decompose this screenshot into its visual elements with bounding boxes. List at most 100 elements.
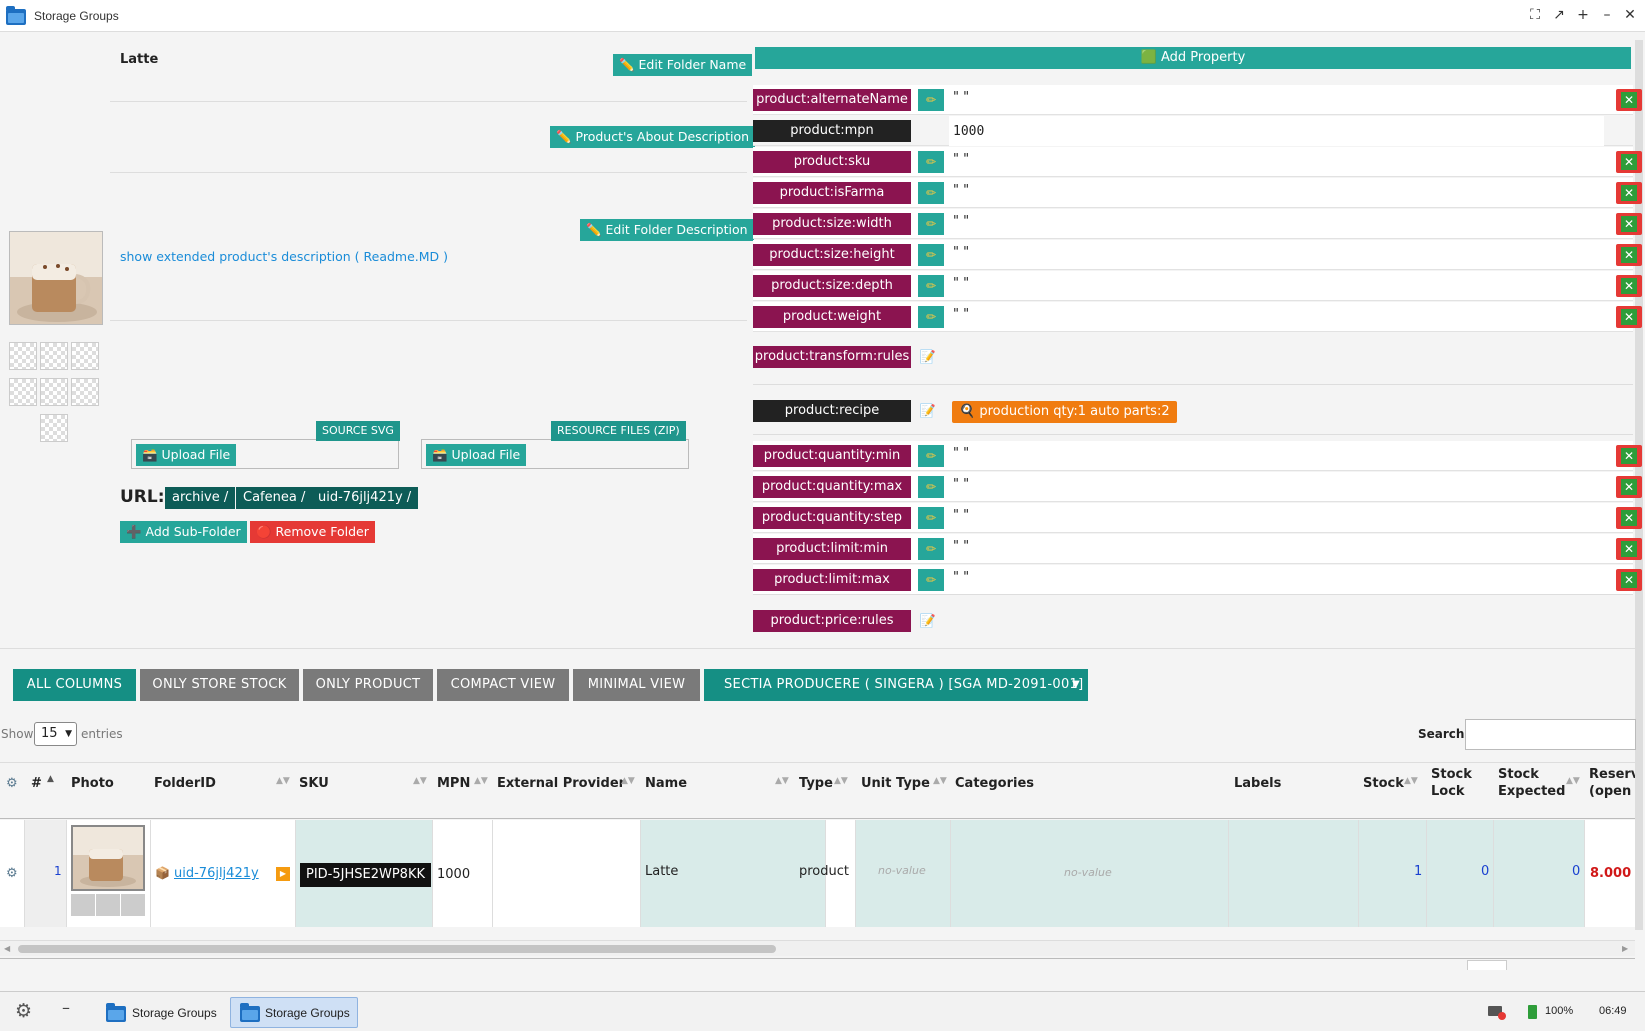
image-slot[interactable]: [9, 342, 37, 370]
gear-icon[interactable]: ⚙: [15, 1000, 32, 1022]
property-key[interactable]: product:size:depth: [753, 275, 911, 297]
property-key[interactable]: product:isFarma: [753, 182, 911, 204]
pencil-icon[interactable]: ✏: [918, 275, 944, 297]
pencil-icon[interactable]: ✏: [918, 569, 944, 591]
delete-icon[interactable]: [1616, 244, 1642, 266]
pencil-icon[interactable]: ✏: [918, 213, 944, 235]
scroll-left-icon[interactable]: ◀: [4, 944, 10, 953]
property-key[interactable]: product:limit:max: [753, 569, 911, 591]
edit-folder-name-button[interactable]: ✏️ Edit Folder Name: [613, 54, 753, 76]
row-photo[interactable]: [71, 825, 145, 891]
row-folder-id-link[interactable]: uid-76jlj421y: [174, 866, 259, 881]
minimize-icon[interactable]: –: [1598, 6, 1616, 24]
fullscreen-icon[interactable]: ⛶: [1526, 6, 1544, 24]
about-description-button[interactable]: ✏️ Product's About Description: [550, 126, 756, 148]
upload-file-button[interactable]: 🗃️ Upload File: [426, 444, 527, 466]
property-key[interactable]: product:size:height: [753, 244, 911, 266]
pencil-icon[interactable]: ✏: [918, 445, 944, 467]
col-folder-id[interactable]: FolderID: [154, 775, 216, 792]
image-slot[interactable]: [71, 342, 99, 370]
pencil-icon[interactable]: ✏: [918, 89, 944, 111]
property-value-field[interactable]: [949, 116, 1604, 146]
image-slot[interactable]: [71, 378, 99, 406]
memo-icon[interactable]: 📝: [918, 402, 938, 422]
delete-icon[interactable]: [1616, 275, 1642, 297]
popout-icon[interactable]: ↗: [1550, 6, 1568, 24]
entries-select[interactable]: 15 ▼: [34, 722, 77, 746]
pencil-icon[interactable]: ✏: [918, 538, 944, 560]
property-key[interactable]: product:mpn: [753, 120, 911, 142]
col-sku[interactable]: SKU: [299, 775, 329, 792]
upload-file-button[interactable]: 🗃️ Upload File: [136, 444, 237, 466]
property-key[interactable]: product:alternateName: [753, 89, 911, 111]
col-stock-lock[interactable]: Stock Lock: [1431, 766, 1472, 800]
delete-icon[interactable]: [1616, 306, 1642, 328]
section-select[interactable]: SECTIA PRODUCERE ( SINGERA ) [SGA MD-209…: [704, 669, 1088, 701]
product-photo[interactable]: [9, 231, 103, 325]
image-slot[interactable]: [40, 342, 68, 370]
search-input[interactable]: [1465, 719, 1636, 750]
col-stock[interactable]: Stock: [1363, 775, 1404, 792]
task-storage-groups-active[interactable]: Storage Groups: [230, 997, 358, 1028]
delete-icon[interactable]: [1616, 507, 1642, 529]
only-store-stock-button[interactable]: ONLY STORE STOCK: [140, 669, 299, 701]
recipe-badge[interactable]: 🍳 production qty:1 auto parts:2: [952, 401, 1177, 423]
all-columns-button[interactable]: ALL COLUMNS: [13, 669, 136, 701]
property-key[interactable]: product:quantity:min: [753, 445, 911, 467]
gear-icon[interactable]: ⚙: [6, 866, 18, 881]
delete-icon[interactable]: [1616, 151, 1642, 173]
breadcrumb-uid[interactable]: uid-76jlj421y /: [311, 487, 419, 509]
scroll-right-icon[interactable]: ▶: [1622, 944, 1628, 953]
col-external-provider[interactable]: External Provider: [497, 775, 625, 792]
col-type[interactable]: Type: [799, 775, 833, 792]
pencil-icon[interactable]: ✏: [918, 476, 944, 498]
prop-transform-rules[interactable]: product:transform:rules: [753, 346, 911, 368]
minimal-view-button[interactable]: MINIMAL VIEW: [573, 669, 700, 701]
delete-icon[interactable]: [1616, 213, 1642, 235]
close-icon[interactable]: ✕: [1621, 6, 1639, 24]
image-slot[interactable]: [96, 894, 120, 916]
play-icon[interactable]: ▶: [276, 867, 290, 881]
prop-recipe[interactable]: product:recipe: [753, 400, 911, 422]
col-mpn[interactable]: MPN: [437, 775, 470, 792]
horizontal-scrollbar[interactable]: ◀ ▶: [0, 940, 1635, 956]
image-slot[interactable]: [40, 414, 68, 442]
property-key[interactable]: product:weight: [753, 306, 911, 328]
remove-folder-button[interactable]: 🔴 Remove Folder: [250, 521, 375, 543]
add-icon[interactable]: +: [1574, 6, 1592, 24]
property-key[interactable]: product:sku: [753, 151, 911, 173]
property-key[interactable]: product:quantity:max: [753, 476, 911, 498]
image-slot[interactable]: [9, 378, 37, 406]
compact-view-button[interactable]: COMPACT VIEW: [437, 669, 569, 701]
delete-icon[interactable]: [1616, 538, 1642, 560]
delete-icon[interactable]: [1616, 445, 1642, 467]
pencil-icon[interactable]: ✏: [918, 151, 944, 173]
pencil-icon[interactable]: ✏: [918, 244, 944, 266]
battery-icon[interactable]: [1528, 1005, 1537, 1019]
prop-price-rules[interactable]: product:price:rules: [753, 610, 911, 632]
breadcrumb-cafenea[interactable]: Cafenea /: [236, 487, 313, 509]
pencil-icon[interactable]: ✏: [918, 507, 944, 529]
col-unit-type[interactable]: Unit Type: [861, 775, 930, 792]
task-storage-groups[interactable]: Storage Groups: [98, 997, 222, 1028]
breadcrumb-archive[interactable]: archive /: [165, 487, 236, 509]
network-icon[interactable]: [1488, 1006, 1506, 1020]
property-key[interactable]: product:size:width: [753, 213, 911, 235]
delete-icon[interactable]: [1616, 89, 1642, 111]
minimize-all-icon[interactable]: –: [62, 998, 70, 1017]
add-property-button[interactable]: 🟩 Add Property: [755, 47, 1631, 69]
delete-icon[interactable]: [1616, 182, 1642, 204]
pencil-icon[interactable]: ✏: [918, 182, 944, 204]
property-key[interactable]: product:quantity:step: [753, 507, 911, 529]
only-product-button[interactable]: ONLY PRODUCT: [303, 669, 433, 701]
memo-icon[interactable]: 📝: [918, 612, 938, 632]
memo-icon[interactable]: 📝: [918, 348, 938, 368]
col-name[interactable]: Name: [645, 775, 687, 792]
property-key[interactable]: product:limit:min: [753, 538, 911, 560]
delete-icon[interactable]: [1616, 569, 1642, 591]
add-subfolder-button[interactable]: ➕ Add Sub-Folder: [120, 521, 247, 543]
col-num[interactable]: #: [31, 775, 42, 792]
edit-folder-description-button[interactable]: ✏️ Edit Folder Description: [580, 219, 754, 241]
pencil-icon[interactable]: ✏: [918, 306, 944, 328]
col-reserved[interactable]: Reserv (open o: [1589, 766, 1635, 800]
